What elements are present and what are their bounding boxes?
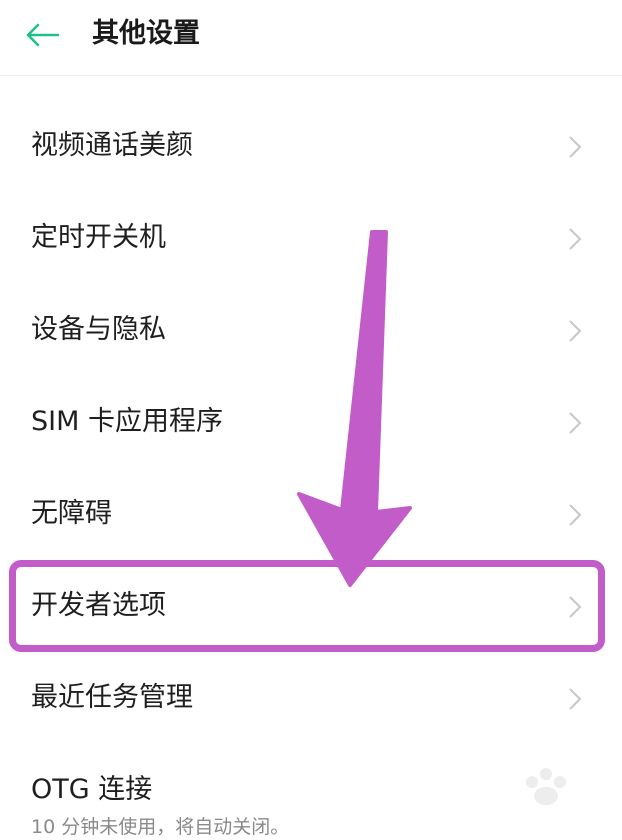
chevron-right-icon: [569, 688, 582, 710]
arrow-left-icon: [26, 23, 60, 47]
setting-row-scheduled-power[interactable]: 定时开关机: [0, 192, 622, 284]
setting-label: SIM 卡应用程序: [31, 406, 223, 437]
setting-label: 最近任务管理: [31, 682, 193, 713]
highlight-box: [9, 560, 605, 652]
watermark-logo: [526, 768, 566, 805]
setting-label: 无障碍: [31, 498, 112, 529]
setting-row-device-privacy[interactable]: 设备与隐私: [0, 284, 622, 376]
chevron-right-icon: [569, 228, 582, 250]
setting-row-sim-apps[interactable]: SIM 卡应用程序: [0, 376, 622, 468]
setting-row-accessibility[interactable]: 无障碍: [0, 468, 622, 560]
chevron-right-icon: [569, 320, 582, 342]
setting-row-recent-tasks[interactable]: 最近任务管理: [0, 652, 622, 744]
chevron-right-icon: [569, 504, 582, 526]
chevron-right-icon: [569, 136, 582, 158]
setting-label: 设备与隐私: [31, 314, 166, 345]
app-header: 其他设置: [0, 0, 622, 76]
setting-label: 定时开关机: [31, 222, 166, 253]
setting-label: OTG 连接: [31, 774, 153, 805]
page-title: 其他设置: [92, 18, 200, 49]
setting-label: 视频通话美颜: [31, 130, 193, 161]
setting-row-video-call-beauty[interactable]: 视频通话美颜: [0, 100, 622, 192]
back-button[interactable]: [20, 20, 64, 50]
setting-sublabel: 10 分钟未使用，将自动关闭。: [31, 816, 290, 838]
chevron-right-icon: [569, 412, 582, 434]
